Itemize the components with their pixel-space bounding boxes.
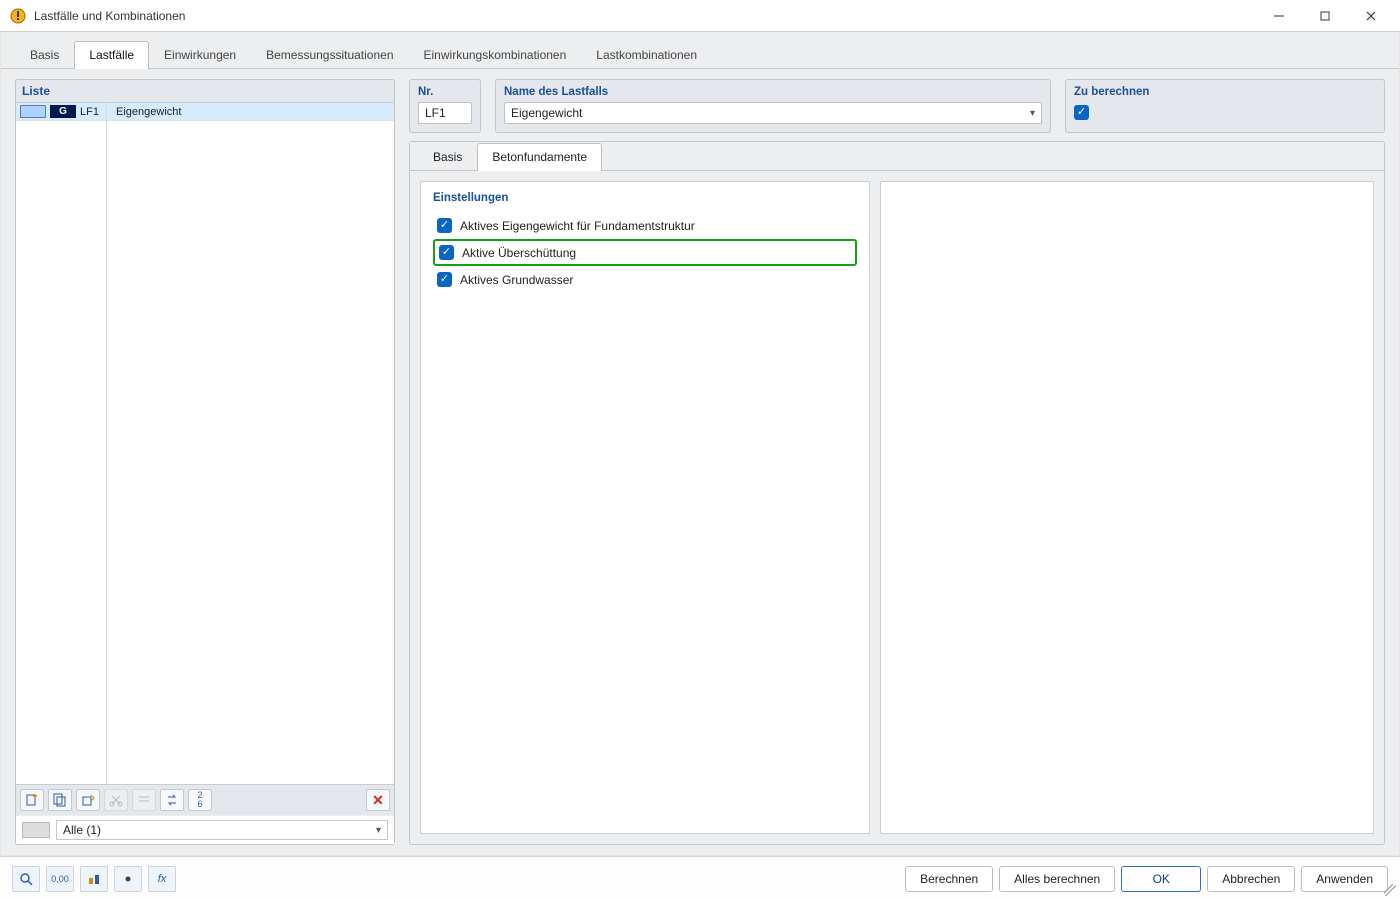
label-number: Nr. <box>418 86 472 98</box>
filter-select[interactable]: Alle (1) ▾ <box>56 820 388 840</box>
detail-panel: Nr. LF1 Name des Lastfalls Eigengewicht … <box>409 79 1385 845</box>
filter-row: Alle (1) ▾ <box>16 815 394 844</box>
tool-button-2[interactable] <box>132 789 156 811</box>
fieldgroup-calc: Zu berechnen ✓ <box>1065 79 1385 133</box>
tab-lastfaelle[interactable]: Lastfälle <box>74 41 149 69</box>
checkbox-selfweight[interactable]: ✓ <box>437 218 452 233</box>
dropdown-loadcase-name[interactable]: Eigengewicht ▾ <box>504 102 1042 124</box>
tab-basis[interactable]: Basis <box>15 41 74 69</box>
footer-tool-find[interactable] <box>12 866 40 892</box>
input-number[interactable]: LF1 <box>418 102 472 124</box>
label-groundwater: Aktives Grundwasser <box>460 273 573 287</box>
settings-section-label: Einstellungen <box>433 192 857 204</box>
loadcase-code: LF1 <box>80 106 112 118</box>
preview-card <box>880 181 1374 834</box>
chevron-down-icon: ▾ <box>1030 108 1035 119</box>
subtab-betonfundamente[interactable]: Betonfundamente <box>477 143 602 171</box>
value-number: LF1 <box>425 106 446 120</box>
label-backfill: Aktive Überschüttung <box>462 246 576 260</box>
button-anwenden[interactable]: Anwenden <box>1301 866 1388 892</box>
value-name: Eigengewicht <box>511 106 582 120</box>
button-abbrechen[interactable]: Abbrechen <box>1207 866 1295 892</box>
resize-grip-icon[interactable] <box>1384 884 1396 896</box>
subtab-basis[interactable]: Basis <box>418 143 477 171</box>
detail-body-columns: Einstellungen ✓ Aktives Eigengewicht für… <box>410 171 1384 844</box>
window-title: Lastfälle und Kombinationen <box>34 9 185 23</box>
tab-bemessungssituationen[interactable]: Bemessungssituationen <box>251 41 408 69</box>
list-row-lf1[interactable]: G LF1 Eigengewicht <box>16 103 394 121</box>
list-header: Liste <box>16 80 394 103</box>
subtab-strip: Basis Betonfundamente <box>410 142 1384 171</box>
category-badge: G <box>50 105 76 118</box>
detail-header-row: Nr. LF1 Name des Lastfalls Eigengewicht … <box>409 79 1385 133</box>
window-maximize-button[interactable] <box>1302 1 1348 31</box>
titlebar: Lastfälle und Kombinationen <box>0 0 1400 32</box>
tab-einwirkungen[interactable]: Einwirkungen <box>149 41 251 69</box>
chevron-down-icon: ▾ <box>376 825 381 836</box>
content-area: Liste G LF1 Eigengewicht 26 <box>1 69 1399 855</box>
delete-loadcase-button[interactable]: ✕ <box>366 789 390 811</box>
app-icon <box>10 8 26 24</box>
insert-loadcase-button[interactable] <box>76 789 100 811</box>
checkbox-to-calculate[interactable]: ✓ <box>1074 105 1089 120</box>
tab-lastkombinationen[interactable]: Lastkombinationen <box>581 41 712 69</box>
checkbox-groundwater[interactable]: ✓ <box>437 272 452 287</box>
fieldgroup-number: Nr. LF1 <box>409 79 481 133</box>
copy-loadcase-button[interactable] <box>48 789 72 811</box>
footer-tool-fx[interactable]: fx <box>148 866 176 892</box>
label-selfweight: Aktives Eigengewicht für Fundamentstrukt… <box>460 219 695 233</box>
fieldgroup-name: Name des Lastfalls Eigengewicht ▾ <box>495 79 1051 133</box>
checkrow-backfill[interactable]: ✓ Aktive Überschüttung <box>433 239 857 266</box>
list-toolbar: 26 ✕ <box>16 784 394 815</box>
footer-tool-model[interactable] <box>80 866 108 892</box>
list-area[interactable]: G LF1 Eigengewicht <box>16 103 394 784</box>
settings-card: Einstellungen ✓ Aktives Eigengewicht für… <box>420 181 870 834</box>
checkbox-backfill[interactable]: ✓ <box>439 245 454 260</box>
loadcase-color-swatch <box>20 105 46 118</box>
main-tabstrip: Basis Lastfälle Einwirkungen Bemessungss… <box>1 32 1399 69</box>
footer-tool-units[interactable]: 0,00 <box>46 866 74 892</box>
footer-bar: 0,00 fx Berechnen Alles berechnen OK Abb… <box>0 856 1400 900</box>
checkrow-selfweight[interactable]: ✓ Aktives Eigengewicht für Fundamentstru… <box>433 212 857 239</box>
checkrow-groundwater[interactable]: ✓ Aktives Grundwasser <box>433 266 857 293</box>
new-loadcase-button[interactable] <box>20 789 44 811</box>
label-name: Name des Lastfalls <box>504 86 1042 98</box>
filter-select-label: Alle (1) <box>63 823 101 837</box>
button-alles-berechnen[interactable]: Alles berechnen <box>999 866 1115 892</box>
swap-button[interactable] <box>160 789 184 811</box>
window-minimize-button[interactable] <box>1256 1 1302 31</box>
filter-color-swatch <box>22 822 50 838</box>
label-calc: Zu berechnen <box>1074 86 1376 98</box>
cut-button[interactable] <box>104 789 128 811</box>
renumber-button[interactable]: 26 <box>188 789 212 811</box>
footer-tool-dot[interactable] <box>114 866 142 892</box>
button-ok[interactable]: OK <box>1121 866 1201 892</box>
window-close-button[interactable] <box>1348 1 1394 31</box>
dialog-body: Basis Lastfälle Einwirkungen Bemessungss… <box>0 32 1400 856</box>
list-panel: Liste G LF1 Eigengewicht 26 <box>15 79 395 845</box>
detail-body: Basis Betonfundamente Einstellungen ✓ Ak… <box>409 141 1385 845</box>
loadcase-name: Eigengewicht <box>116 106 390 118</box>
button-berechnen[interactable]: Berechnen <box>905 866 993 892</box>
tab-einwirkungskombinationen[interactable]: Einwirkungskombinationen <box>409 41 582 69</box>
